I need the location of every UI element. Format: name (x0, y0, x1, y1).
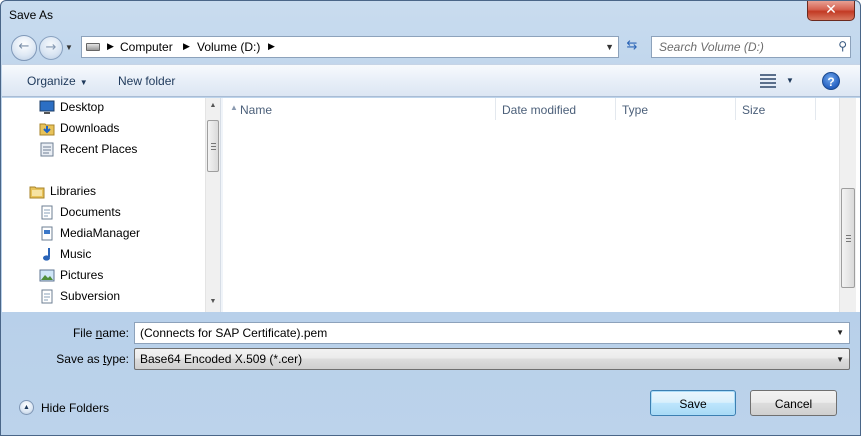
forward-button[interactable]: → (39, 36, 63, 60)
desktop-icon (39, 100, 55, 114)
chevron-down-icon[interactable]: ▼ (786, 76, 794, 85)
libraries-icon (29, 186, 45, 199)
breadcrumb-computer[interactable]: Computer (120, 40, 173, 54)
nav-item-label: Music (60, 247, 92, 261)
sort-ascending-icon: ▲ (230, 103, 238, 112)
column-header-date-modified[interactable]: Date modified (496, 98, 616, 120)
close-button[interactable]: ✕ (807, 1, 855, 21)
nav-item-label: MediaManager (60, 226, 141, 240)
chevron-down-icon[interactable]: ▼ (836, 328, 844, 337)
scrollbar-thumb[interactable] (207, 120, 219, 172)
navigation-scrollbar[interactable]: ▲ ▼ (205, 98, 220, 312)
save-button[interactable]: Save (650, 390, 736, 416)
window-title: Save As (9, 8, 54, 22)
nav-item-label: Pictures (60, 268, 104, 282)
nav-item-label: Recent Places (60, 142, 138, 156)
music-icon (43, 248, 50, 261)
scrollbar-thumb[interactable] (841, 188, 855, 288)
column-header-name[interactable]: ▲ Name (224, 98, 496, 120)
documents-icon (41, 205, 53, 220)
refresh-icon: ⇆ (626, 38, 638, 53)
save-as-type-select[interactable]: Base64 Encoded X.509 (*.cer) ▼ (134, 348, 850, 370)
cancel-button[interactable]: Cancel (750, 390, 837, 416)
forward-arrow-icon: → (45, 40, 57, 55)
file-name-field[interactable]: ▼ (134, 322, 850, 344)
back-arrow-icon: ← (18, 39, 30, 54)
back-button[interactable]: ← (11, 35, 37, 61)
close-icon: ✕ (825, 2, 837, 18)
breadcrumb-volume-d[interactable]: Volume (D:) (197, 40, 260, 54)
file-name-label: File name: (72, 326, 129, 340)
scroll-up-icon[interactable]: ▲ (206, 102, 220, 109)
view-options-icon[interactable] (760, 74, 776, 88)
address-bar[interactable]: ▶ Computer ▶ Volume (D:) ▶ ▼ (81, 36, 619, 58)
pictures-icon (39, 269, 55, 282)
chevron-down-icon: ▼ (79, 78, 88, 87)
nav-item-label: Desktop (60, 100, 105, 114)
column-header-type[interactable]: Type (616, 98, 736, 120)
navigation-pane: Desktop Downloads Recent Places Librarie… (2, 98, 220, 312)
chevron-right-icon[interactable]: ▶ (107, 41, 114, 52)
subversion-icon (41, 289, 53, 304)
search-icon[interactable]: ⚲ (838, 39, 847, 53)
recent-places-icon (40, 142, 54, 157)
search-input[interactable] (652, 37, 832, 57)
chevron-right-icon[interactable]: ▶ (268, 41, 275, 52)
chevron-down-icon: ▼ (836, 355, 844, 364)
nav-item-label: Libraries (50, 184, 97, 198)
title-bar[interactable]: Save As ✕ (1, 1, 860, 31)
drive-icon (86, 43, 100, 51)
save-as-dialog: Save As ✕ ← → ▼ ▶ Computer ▶ Volume (D:)… (0, 0, 861, 436)
command-toolbar: Organize ▼ New folder ▼ ? (2, 64, 860, 97)
chevron-down-icon[interactable]: ▼ (605, 42, 614, 52)
file-list-scrollbar[interactable] (839, 98, 856, 312)
hide-folders-label: Hide Folders (41, 401, 110, 415)
refresh-button[interactable]: ⇆ (621, 36, 643, 58)
recent-locations-dropdown[interactable]: ▼ (65, 43, 73, 52)
pane-splitter[interactable] (220, 98, 223, 312)
file-name-input[interactable] (135, 323, 825, 343)
organize-label: Organize (27, 74, 76, 88)
save-as-type-value: Base64 Encoded X.509 (*.cer) (140, 352, 303, 366)
media-library-icon (41, 226, 53, 241)
organize-button[interactable]: Organize ▼ (27, 74, 88, 88)
new-folder-button[interactable]: New folder (118, 74, 175, 88)
downloads-folder-icon (39, 123, 55, 136)
column-header-size[interactable]: Size (736, 98, 816, 120)
nav-item-label: Documents (60, 205, 121, 219)
file-list[interactable]: ▲ Name Date modified Type Size (224, 98, 840, 312)
chevron-right-icon[interactable]: ▶ (183, 41, 190, 52)
nav-item-label: Subversion (60, 289, 121, 303)
scroll-down-icon[interactable]: ▼ (206, 298, 220, 305)
chevron-up-icon: ▲ (19, 400, 34, 415)
help-icon[interactable]: ? (822, 72, 840, 90)
browser-body: Desktop Downloads Recent Places Librarie… (2, 98, 860, 312)
nav-item-label: Downloads (60, 121, 120, 135)
save-as-type-label: Save as type: (56, 352, 129, 366)
search-box[interactable]: ⚲ (651, 36, 851, 58)
